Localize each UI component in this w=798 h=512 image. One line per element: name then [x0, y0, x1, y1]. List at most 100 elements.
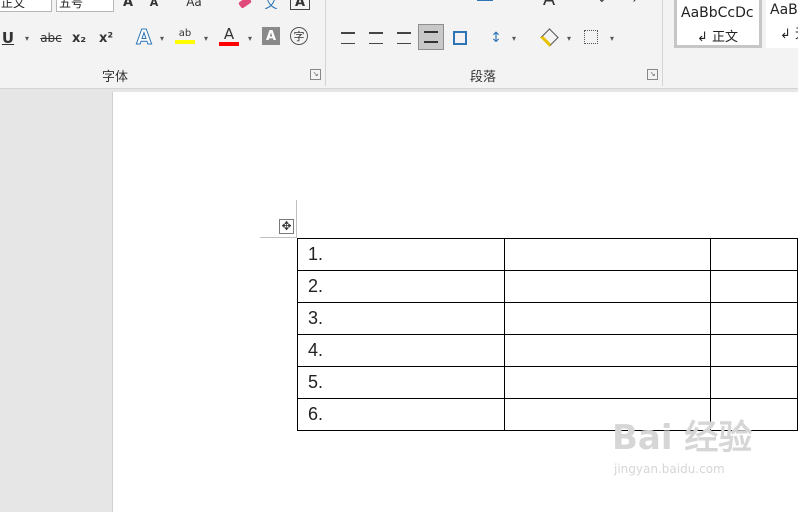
show-marks-button[interactable]: → [624, 0, 640, 6]
underline-button[interactable]: U [0, 28, 16, 48]
shading-dropdown[interactable]: ▾ [564, 32, 574, 44]
shrink-font-button[interactable]: A [146, 0, 162, 10]
distribute-icon [453, 31, 467, 45]
strikethrough-button[interactable]: abc [38, 28, 64, 48]
table-cell[interactable]: 5. [297, 366, 505, 399]
table-cell[interactable]: 4. [297, 334, 505, 367]
table-cell[interactable] [503, 302, 711, 335]
decrease-indent-button[interactable] [476, 0, 494, 6]
multilevel-list-icon [428, 0, 446, 2]
table-cell[interactable] [709, 334, 798, 367]
style-name: ↲ 正文 [697, 30, 739, 45]
distribute-button[interactable] [450, 28, 470, 48]
eraser-icon [238, 0, 252, 9]
text-direction-button[interactable]: A [540, 0, 558, 10]
style-name: ↲ 无 [780, 23, 798, 42]
table-row: 1. [297, 238, 798, 271]
style-name-text: 正文 [712, 30, 739, 45]
style-no-spacing[interactable]: AaB ↲ 无 [766, 0, 798, 48]
clear-format-button[interactable] [236, 0, 254, 10]
paragraph-group-label: 段落 [469, 70, 496, 85]
group-separator [325, 0, 326, 86]
table-cell[interactable] [503, 238, 711, 271]
table-cell[interactable] [503, 366, 711, 399]
table-cell[interactable] [709, 270, 798, 303]
table-cell[interactable]: 6. [297, 398, 505, 431]
enclose-char-button[interactable]: 字 [290, 27, 308, 45]
table-row: 3. [297, 302, 798, 335]
char-border-button[interactable]: A [290, 0, 310, 10]
bullets-icon [340, 0, 358, 2]
table-cell[interactable] [709, 366, 798, 399]
borders-icon [584, 30, 598, 44]
table-cell[interactable] [503, 334, 711, 367]
table-cell[interactable] [503, 270, 711, 303]
document-table[interactable]: 1. 2. 3. 4. 5. 6. [297, 238, 798, 431]
align-left-icon [341, 32, 355, 44]
font-dialog-launcher[interactable]: ↘ [310, 69, 321, 80]
font-name-box[interactable]: 正文 [0, 0, 52, 12]
justify-button[interactable] [418, 24, 444, 50]
margin-marker [296, 200, 297, 237]
borders-dropdown[interactable]: ▾ [607, 32, 617, 44]
style-normal[interactable]: AaBbCcDc ↲ 正文 [674, 0, 762, 48]
ribbon: 正文 五号 A A Aa 文 A U ▾ abc x₂ x² A ▾ ab ▾ … [0, 0, 798, 89]
align-center-button[interactable] [366, 28, 386, 48]
font-color-label: A [223, 25, 235, 43]
line-spacing-dropdown[interactable]: ▾ [509, 32, 519, 44]
table-cell[interactable] [709, 238, 798, 271]
line-spacing-button[interactable]: ↕ [486, 28, 506, 48]
align-right-button[interactable] [394, 28, 414, 48]
change-case-button[interactable]: Aa [182, 0, 206, 10]
table-row: 5. [297, 366, 798, 399]
table-cell[interactable] [709, 302, 798, 335]
table-cell[interactable]: 1. [297, 238, 505, 271]
numbering-button[interactable] [376, 0, 398, 6]
move-icon: ✥ [281, 219, 292, 233]
highlight-label: ab [178, 28, 192, 39]
style-sample: AaBbCcDc [681, 5, 754, 21]
decrease-indent-icon [477, 0, 493, 1]
underline-dropdown[interactable]: ▾ [22, 32, 32, 44]
font-color-dropdown[interactable]: ▾ [245, 32, 255, 44]
text-effects-button[interactable]: A [133, 25, 155, 50]
bullets-button[interactable] [338, 0, 360, 6]
paragraph-dialog-launcher[interactable]: ↘ [647, 69, 658, 80]
shading-button[interactable] [538, 26, 560, 48]
font-size-box[interactable]: 五号 [56, 0, 114, 12]
font-color-button[interactable]: A [218, 24, 240, 48]
paint-bucket-icon [539, 27, 559, 47]
align-left-button[interactable] [338, 28, 358, 48]
sort-button[interactable]: ↓ [590, 0, 614, 6]
table-row: 4. [297, 334, 798, 367]
pilcrow-icon: → [627, 0, 636, 6]
phonetic-guide-button[interactable]: 文 [262, 0, 280, 12]
sort-icon: ↓ [598, 0, 606, 5]
font-color-bar [219, 42, 239, 46]
align-center-icon [369, 32, 383, 44]
highlight-color-bar [175, 40, 195, 44]
text-direction-icon: A [543, 0, 555, 10]
margin-marker [260, 237, 297, 238]
table-move-handle[interactable]: ✥ [279, 219, 294, 234]
text-effects-dropdown[interactable]: ▾ [157, 32, 167, 44]
grow-font-button[interactable]: A [120, 0, 136, 10]
highlight-button[interactable]: ab [174, 24, 196, 48]
highlight-dropdown[interactable]: ▾ [201, 32, 211, 44]
numbering-icon [378, 0, 396, 2]
style-sample: AaB [770, 2, 798, 18]
borders-button[interactable] [582, 28, 600, 46]
char-shading-button[interactable]: A [262, 27, 280, 45]
superscript-button[interactable]: x² [97, 28, 115, 48]
table-cell[interactable] [709, 398, 798, 431]
subscript-button[interactable]: x₂ [70, 28, 88, 48]
table-row: 6. [297, 398, 798, 431]
line-spacing-icon: ↕ [490, 30, 502, 46]
table-cell[interactable]: 2. [297, 270, 505, 303]
justify-icon [424, 31, 438, 43]
group-separator [662, 0, 663, 86]
table-cell[interactable] [503, 398, 711, 431]
align-right-icon [397, 32, 411, 44]
multilevel-list-button[interactable] [426, 0, 448, 6]
table-cell[interactable]: 3. [297, 302, 505, 335]
